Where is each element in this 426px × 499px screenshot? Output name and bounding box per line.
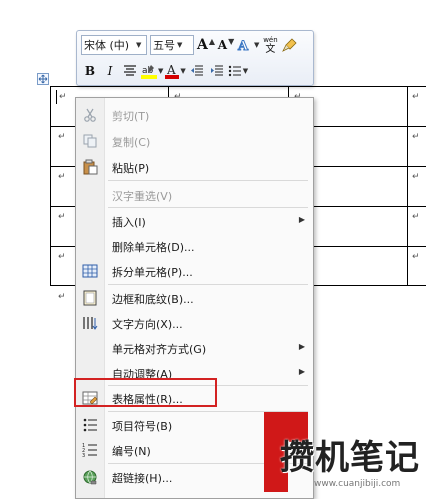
font-size-value: 五号 (153, 39, 175, 52)
shrink-font-button[interactable]: A ▼ (217, 35, 235, 55)
highlighter-icon: ab (141, 65, 157, 79)
mini-toolbar: 宋体 (中) ▼ 五号 ▼ A ▲ A ▼ A ▼ wén 文 B I ab ▼… (76, 30, 314, 86)
font-size-combo[interactable]: 五号 ▼ (150, 35, 194, 55)
highlight-color-button[interactable]: ab ▼ (141, 61, 163, 81)
menu-item-copy[interactable]: 复制(C) (76, 128, 313, 154)
cell-end-mark: ↵ (412, 212, 420, 222)
menu-item-cut[interactable]: 剪切(T) (76, 102, 313, 128)
menu-item-label: 剪切(T) (112, 110, 150, 123)
cell-end-mark: ↵ (412, 172, 420, 182)
phonetic-guide-char: 文 (265, 43, 276, 55)
watermark-text: 攒机笔记 (280, 438, 420, 478)
format-painter-button[interactable] (281, 35, 299, 55)
text-effects-button[interactable]: A ▼ (237, 35, 259, 55)
cell-end-mark: ↵ (58, 212, 66, 222)
hyperlink-icon (83, 470, 97, 485)
italic-icon: I (107, 64, 113, 78)
menu-item-paste[interactable]: 粘贴(P) (76, 154, 313, 180)
menu-item-label: 汉字重选(V) (112, 190, 173, 203)
highlight-annotation-box (74, 378, 217, 407)
cell-end-mark: ↵ (412, 252, 420, 262)
paragraph-mark: ↵ (58, 292, 66, 302)
watermark-url: www.cuanjibiji.com (314, 479, 401, 489)
copy-icon (83, 134, 97, 148)
cell-end-mark: ↵ (58, 172, 66, 182)
font-color-button[interactable]: A ▼ (165, 61, 186, 81)
bold-button[interactable]: B (81, 61, 99, 81)
table-border (50, 86, 426, 87)
menu-item-cell-alignment[interactable]: 单元格对齐方式(G) ▶ (76, 335, 313, 361)
menu-item-label: 删除单元格(D)... (112, 241, 195, 254)
submenu-arrow-icon: ▶ (298, 342, 305, 351)
menu-item-split-cells[interactable]: 拆分单元格(P)... (76, 258, 313, 284)
cell-end-mark: ↵ (58, 132, 66, 142)
menu-item-label: 编号(N) (112, 445, 151, 458)
menu-item-label: 插入(I) (112, 216, 146, 229)
center-align-icon (124, 65, 136, 76)
scissors-icon (84, 108, 96, 122)
menu-item-delete-cells[interactable]: 删除单元格(D)... (76, 233, 313, 259)
bullets-button[interactable]: ▼ (228, 61, 248, 81)
decrease-indent-icon (190, 65, 203, 76)
italic-button[interactable]: I (101, 61, 119, 81)
menu-item-insert[interactable]: 插入(I) ▶ (76, 208, 313, 234)
table-border (50, 86, 51, 286)
font-name-combo[interactable]: 宋体 (中) ▼ (81, 35, 147, 55)
menu-separator (108, 180, 308, 181)
center-align-button[interactable] (121, 61, 139, 81)
table-move-handle-icon[interactable] (37, 73, 49, 85)
phonetic-guide-label: wén (263, 35, 278, 44)
cell-end-mark: ↵ (59, 92, 67, 102)
grow-font-button[interactable]: A ▲ (197, 35, 215, 55)
increase-indent-icon (210, 65, 223, 76)
menu-item-label: 粘贴(P) (112, 162, 150, 175)
font-color-icon: A (165, 63, 180, 79)
bold-icon: B (84, 64, 96, 78)
menu-item-label: 文字方向(X)... (112, 318, 183, 331)
cell-end-mark: ↵ (412, 132, 420, 142)
menu-item-label: 复制(C) (112, 136, 151, 149)
menu-item-label: 边框和底纹(B)... (112, 293, 194, 306)
menu-item-label: 拆分单元格(P)... (112, 266, 193, 279)
shrink-font-icon: A (217, 38, 228, 52)
menu-item-label: 超链接(H)... (112, 472, 173, 485)
cell-end-mark: ↵ (412, 92, 420, 102)
chevron-down-icon: ▼ (136, 41, 142, 49)
text-caret (56, 90, 57, 104)
cell-end-mark: ↵ (58, 252, 66, 262)
svg-text:A: A (237, 39, 249, 53)
menu-item-reconversion[interactable]: 汉字重选(V) (76, 182, 313, 208)
submenu-arrow-icon: ▶ (298, 215, 305, 224)
menu-item-label: 单元格对齐方式(G) (112, 343, 207, 356)
bullets-icon (83, 418, 97, 432)
svg-text:3: 3 (82, 453, 85, 458)
chevron-down-icon: ▼ (177, 41, 183, 49)
svg-text:A: A (166, 63, 176, 77)
split-cells-icon (82, 264, 98, 278)
decrease-indent-button[interactable] (188, 61, 206, 81)
phonetic-guide-button[interactable]: wén 文 (261, 35, 279, 55)
table-border (407, 86, 408, 286)
numbering-icon: 1 2 3 (82, 443, 97, 458)
text-direction-icon (83, 317, 98, 330)
paste-icon (83, 159, 98, 175)
format-painter-icon (282, 38, 297, 52)
borders-icon (83, 290, 97, 306)
grow-font-icon: A (197, 37, 208, 53)
increase-indent-button[interactable] (208, 61, 226, 81)
menu-item-label: 项目符号(B) (112, 420, 173, 433)
submenu-arrow-icon: ▶ (298, 367, 305, 376)
text-effects-icon: A (237, 39, 250, 54)
menu-item-borders-shading[interactable]: 边框和底纹(B)... (76, 285, 313, 311)
bullets-icon (228, 65, 241, 77)
menu-item-text-direction[interactable]: 文字方向(X)... (76, 310, 313, 336)
font-name-value: 宋体 (中) (84, 39, 130, 52)
